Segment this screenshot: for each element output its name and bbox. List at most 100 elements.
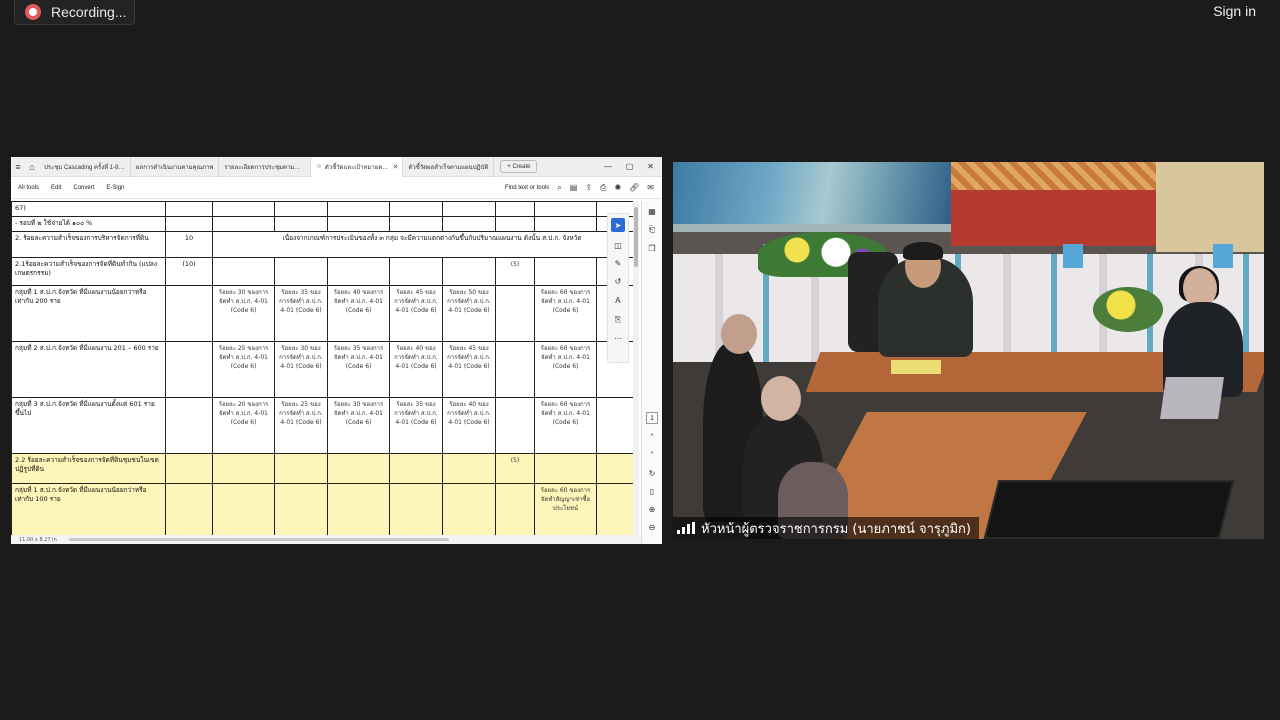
star-icon[interactable]: ☆ [316, 163, 321, 170]
table-cell: ร้อยละ 35 ของการจัดทำ ส.ป.ก. 4-01 (Code … [327, 340, 390, 398]
table-row: กลุ่มที่ 1 ส.ป.ก.จังหวัด ที่มีแผนงานน้อย… [11, 482, 633, 535]
table-cell: ร้อยละ 25 ของการจัดทำ ส.ป.ก. 4-01 (Code … [212, 340, 275, 398]
table-cell: ร้อยละ 60 ของการจัดทำ ส.ป.ก. 4-01 (Code … [534, 396, 597, 454]
menu-all-tools[interactable]: All tools [18, 185, 39, 191]
menu-convert[interactable]: Convert [73, 185, 94, 191]
right-rail: ▦ ⎗ ❐ 1 ˄ ˅ ↻ ▯ ⊕ ⊖ [641, 201, 662, 544]
pen-icon[interactable]: ✎ [615, 259, 622, 268]
table-cell [442, 201, 496, 217]
link-icon[interactable]: 🔗︎ [629, 183, 639, 192]
thumbnails-icon[interactable]: ▦ [648, 207, 656, 216]
lasso-icon[interactable]: ↺ [615, 277, 622, 286]
page-size-text: 11.00 x 8.27 in [19, 536, 57, 543]
table-cell: ร้อยละ 60 ของการจัดทำ ส.ป.ก. 4-01 (Code … [534, 284, 597, 342]
table-row: กลุ่มที่ 3 ส.ป.ก.จังหวัด ที่มีแผนงานตั้ง… [11, 396, 633, 454]
browser-tab[interactable]: รายละเอียดการประชุมตามลำดับ [219, 157, 312, 177]
select-cursor-icon[interactable]: ➤ [611, 218, 625, 232]
search-icon[interactable]: ⌕ [557, 183, 561, 193]
zoom-in-icon[interactable]: ⊕ [649, 505, 656, 514]
document-icon[interactable]: ▯ [650, 487, 654, 496]
browser-tab[interactable]: ☆ตัวชี้วัดและเป้าหมายตามแผน ✕ [311, 157, 404, 177]
table-cell [534, 201, 597, 217]
menu-esign[interactable]: E-Sign [106, 185, 124, 191]
table-cell [389, 201, 443, 217]
print-icon[interactable]: ⎙ [600, 183, 606, 193]
page-number[interactable]: 1 [646, 412, 658, 424]
table-cell [274, 201, 328, 217]
chevron-up-icon[interactable]: ˄ [650, 433, 654, 442]
save-icon[interactable]: ▤ [570, 183, 578, 192]
sign-in-button[interactable]: Sign in [1213, 3, 1256, 19]
row-weight [165, 482, 213, 535]
pdf-document[interactable]: 67) - รอบที่ ๒ ใช้จ่ายได้ ๑๐๐ % 2. ร้อยละค… [11, 201, 633, 535]
zoom-out-icon[interactable]: ⊖ [649, 523, 656, 532]
table-cell: ร้อยละ 45 ของการจัดทำ ส.ป.ก. 4-01 (Code … [442, 340, 496, 398]
bookmark-icon[interactable]: ⎗ [649, 225, 655, 235]
row-label: กลุ่มที่ 2 ส.ป.ก.จังหวัด ที่มีแผนงาน 201… [11, 340, 166, 398]
mail-icon[interactable]: ✉ [647, 183, 654, 192]
copy-icon[interactable]: ❐ [648, 244, 655, 253]
more-options-icon[interactable]: ⋯ [614, 334, 622, 343]
comment-icon[interactable]: ◫ [614, 241, 622, 250]
text-box-icon[interactable]: Ａ [614, 295, 622, 306]
table-cell [327, 215, 390, 232]
menu-icon[interactable]: ≡ [11, 162, 25, 172]
table-cell [212, 215, 275, 232]
ai-assistant-icon[interactable]: ✺ [614, 183, 621, 192]
table-cell [596, 396, 633, 454]
menu-edit[interactable]: Edit [51, 185, 61, 191]
table-cell: (5) [495, 256, 535, 286]
table-row: 2.1ร้อยละความสำเร็จของการจัดที่ดินทำกิน … [11, 256, 633, 286]
table-cell [274, 215, 328, 232]
home-icon[interactable]: ⌂ [25, 162, 39, 172]
row-label: กลุ่มที่ 3 ส.ป.ก.จังหวัด ที่มีแผนงานตั้ง… [11, 396, 166, 454]
table-row: 2.2 ร้อยละความสำเร็จของการจัดที่ดินชุมชน… [11, 452, 633, 484]
row-label: 2.2 ร้อยละความสำเร็จของการจัดที่ดินชุมชน… [11, 452, 166, 484]
table-cell [495, 284, 535, 342]
table-cell [534, 256, 597, 286]
close-tab-icon[interactable]: ✕ [393, 163, 398, 171]
table-cell: ร้อยละ 40 ของการจัดทำ ส.ป.ก. 4-01 (Code … [327, 284, 390, 342]
vertical-scrollbar[interactable] [633, 201, 639, 535]
table-cell [495, 215, 535, 232]
table-cell [212, 482, 275, 535]
row-label: กลุ่มที่ 1 ส.ป.ก.จังหวัด ที่มีแผนงานน้อย… [11, 284, 166, 342]
table-cell [389, 256, 443, 286]
maximize-icon[interactable]: ▢ [626, 162, 634, 171]
table-cell [495, 201, 535, 217]
table-cell [534, 215, 597, 232]
upload-icon[interactable]: ⇪ [585, 183, 592, 192]
table-cell: ร้อยละ 40 ของการจัดทำ ส.ป.ก. 4-01 (Code … [442, 396, 496, 454]
table-cell [327, 482, 390, 535]
find-tools-input[interactable]: Find text or tools [505, 185, 549, 191]
speaker-name: หัวหน้าผู้ตรวจราชการกรม (นายภาชน์ จารุภู… [701, 521, 971, 537]
close-icon[interactable]: ✕ [647, 162, 654, 171]
table-cell [274, 452, 328, 484]
row-weight [165, 284, 213, 342]
table-cell: ร้อยละ 30 ของการจัดทำ ส.ป.ก. 4-01 (Code … [327, 396, 390, 454]
horizontal-scrollbar[interactable] [69, 538, 449, 541]
table-cell [327, 452, 390, 484]
browser-tab[interactable]: ตัวชี้วัดผลสำเร็จตามแผนปฏิบัติ [403, 157, 495, 177]
stamp-icon[interactable]: ⎘ [615, 315, 621, 325]
table-cell: ร้อยละ 35 ของการจัดทำ ส.ป.ก. 4-01 (Code … [389, 396, 443, 454]
browser-tab[interactable]: ผลการดำเนินงานตามคุณภาพ [131, 157, 220, 177]
minimize-icon[interactable]: — [604, 162, 612, 171]
chevron-down-icon[interactable]: ˅ [650, 451, 654, 460]
browser-tab[interactable]: ประชุม Cascading ครั้งที่ 1-8/ PPT [39, 157, 131, 177]
shared-screen-tile: ≡ ⌂ ประชุม Cascading ครั้งที่ 1-8/ PPT ผล… [11, 157, 662, 544]
table-cell [212, 201, 275, 217]
browser-tab-label: ผลการดำเนินงานตามคุณภาพ [136, 164, 214, 171]
recording-indicator: Recording... [14, 0, 135, 25]
video-tile[interactable]: หัวหน้าผู้ตรวจราชการกรม (นายภาชน์ จารุภู… [673, 162, 1264, 539]
row-label: กลุ่มที่ 1 ส.ป.ก.จังหวัด ที่มีแผนงานน้อย… [11, 482, 166, 535]
table-cell: ร้อยละ 60 ของการจัดทำ ส.ป.ก. 4-01 (Code … [534, 340, 597, 398]
table-cell: ร้อยละ 30 ของการจัดทำ ส.ป.ก. 4-01 (Code … [274, 340, 328, 398]
table-cell [389, 215, 443, 232]
table-cell [596, 452, 633, 484]
table-cell [274, 256, 328, 286]
create-button[interactable]: + Create [500, 160, 538, 173]
refresh-icon[interactable]: ↻ [649, 469, 656, 478]
table-cell [327, 201, 390, 217]
table-row: 2. ร้อยละความสำเร็จของการบริหารจัดการที่… [11, 230, 633, 258]
